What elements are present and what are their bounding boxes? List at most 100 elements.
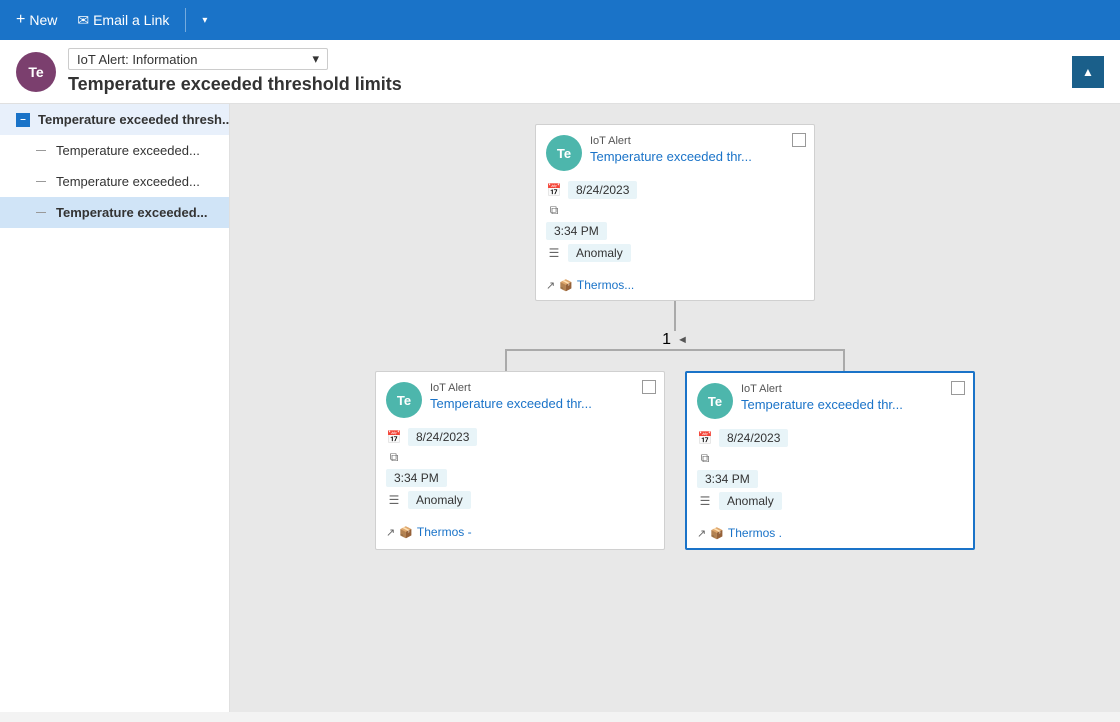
card-body-right: 📅 8/24/2023 ⧉ 3:34 PM ☰ Anomaly [687,425,973,522]
card-info-right: IoT Alert Temperature exceeded thr... [741,383,903,412]
card-time-right: 3:34 PM [697,470,758,488]
plus-icon: + [16,11,25,29]
list-icon: ☰ [546,246,562,260]
card-status-right: Anomaly [719,492,782,510]
pagination-row: 1 ◄ [662,331,688,349]
h-connector [505,349,845,371]
card-date-field-left: 📅 8/24/2023 [386,428,654,446]
dash-icon [36,212,46,213]
toolbar-chevron-button[interactable]: ▾ [194,11,215,30]
card-info-top: IoT Alert Temperature exceeded thr... [590,135,752,164]
bottom-cards-row: Te IoT Alert Temperature exceeded thr...… [375,371,975,550]
package-icon: 📦 [710,527,724,540]
card-header-right: Te IoT Alert Temperature exceeded thr... [687,373,973,425]
branch-right-v [843,351,845,371]
toolbar: + New ✉ Email a Link ▾ [0,0,1120,40]
collapse-icon: ▲ [1082,65,1094,79]
card-link-row-top: ↗ 📦 Thermos... [536,274,814,300]
sidebar-item-3[interactable]: Temperature exceeded... [0,197,229,228]
sidebar-item-1[interactable]: Temperature exceeded... [0,135,229,166]
right-area: Te IoT Alert Temperature exceeded thr...… [230,104,1120,712]
calendar-icon: 📅 [697,431,713,445]
card-type-left: IoT Alert [430,382,592,394]
card-title-right[interactable]: Temperature exceeded thr... [741,397,903,412]
v-connector-top [674,301,676,331]
header-dropdown[interactable]: IoT Alert: Information ▾ [68,48,328,70]
top-card: Te IoT Alert Temperature exceeded thr...… [535,124,815,301]
card-date-field-right: 📅 8/24/2023 [697,429,963,447]
branch-drops [505,351,845,371]
card-avatar-left: Te [386,382,422,418]
pagination-number: 1 [662,331,671,349]
sidebar-item-label-0: Temperature exceeded thresh... [38,112,229,127]
toolbar-divider [185,8,186,32]
bottom-right-card: Te IoT Alert Temperature exceeded thr...… [685,371,975,550]
card-checkbox-left[interactable] [642,380,656,394]
card-header-top: Te IoT Alert Temperature exceeded thr... [536,125,814,177]
sidebar-item-2[interactable]: Temperature exceeded... [0,166,229,197]
dash-icon [36,150,46,151]
card-avatar-top: Te [546,135,582,171]
header-info: IoT Alert: Information ▾ Temperature exc… [68,48,1104,95]
card-time-left: 3:34 PM [386,469,447,487]
card-link-left[interactable]: Thermos - [417,525,472,539]
card-status-left: Anomaly [408,491,471,509]
card-checkbox-top[interactable] [792,133,806,147]
card-date-field-top: 📅 8/24/2023 [546,181,804,199]
sidebar-item-label-1: Temperature exceeded... [56,143,200,158]
card-copy-field-left: ⧉ [386,450,654,465]
card-info-left: IoT Alert Temperature exceeded thr... [430,382,592,411]
top-card-wrapper: Te IoT Alert Temperature exceeded thr...… [535,124,815,301]
card-date-left: 8/24/2023 [408,428,477,446]
sidebar-item-label-3: Temperature exceeded... [56,205,208,220]
card-header-left: Te IoT Alert Temperature exceeded thr... [376,372,664,424]
card-checkbox-right[interactable] [951,381,965,395]
copy-icon: ⧉ [546,203,562,218]
copy-icon: ⧉ [386,450,402,465]
list-icon: ☰ [386,493,402,507]
dash-icon [36,181,46,182]
arrow-icon: ↗ [697,527,706,540]
card-time-field-top: 3:34 PM [546,222,804,240]
card-link-row-left: ↗ 📦 Thermos - [376,521,664,547]
sidebar: – Temperature exceeded thresh... Tempera… [0,104,230,712]
chevron-down-icon: ▾ [202,15,207,26]
calendar-icon: 📅 [386,430,402,444]
email-link-button[interactable]: ✉ Email a Link [69,8,177,33]
page-title: Temperature exceeded threshold limits [68,74,1104,95]
arrow-icon: ↗ [546,279,555,292]
card-title-left[interactable]: Temperature exceeded thr... [430,396,592,411]
card-status-top: Anomaly [568,244,631,262]
new-button[interactable]: + New [8,7,65,33]
card-body-top: 📅 8/24/2023 ⧉ 3:34 PM ☰ Anomaly [536,177,814,274]
card-status-field-left: ☰ Anomaly [386,491,654,509]
pagination-arrow-button[interactable]: ◄ [677,334,688,346]
card-avatar-right: Te [697,383,733,419]
collapse-button[interactable]: ▲ [1072,56,1104,88]
card-link-top[interactable]: Thermos... [577,278,634,292]
card-body-left: 📅 8/24/2023 ⧉ 3:34 PM ☰ Anomaly [376,424,664,521]
card-time-field-left: 3:34 PM [386,469,654,487]
card-title-top[interactable]: Temperature exceeded thr... [590,149,752,164]
email-label: Email a Link [93,12,169,28]
branch-left-v [505,351,507,371]
header: Te IoT Alert: Information ▾ Temperature … [0,40,1120,104]
card-date-top: 8/24/2023 [568,181,637,199]
card-time-field-right: 3:34 PM [697,470,963,488]
dropdown-label: IoT Alert: Information [77,52,197,67]
main-content: – Temperature exceeded thresh... Tempera… [0,104,1120,712]
arrow-icon: ↗ [386,526,395,539]
card-status-field-right: ☰ Anomaly [697,492,963,510]
calendar-icon: 📅 [546,183,562,197]
avatar: Te [16,52,56,92]
list-icon: ☰ [697,494,713,508]
card-copy-field-top: ⧉ [546,203,804,218]
tree-layout: Te IoT Alert Temperature exceeded thr...… [250,124,1100,550]
card-link-right[interactable]: Thermos . [728,526,782,540]
card-link-row-right: ↗ 📦 Thermos . [687,522,973,548]
package-icon: 📦 [559,279,573,292]
copy-icon: ⧉ [697,451,713,466]
card-status-field-top: ☰ Anomaly [546,244,804,262]
card-type-top: IoT Alert [590,135,752,147]
sidebar-item-0[interactable]: – Temperature exceeded thresh... [0,104,229,135]
